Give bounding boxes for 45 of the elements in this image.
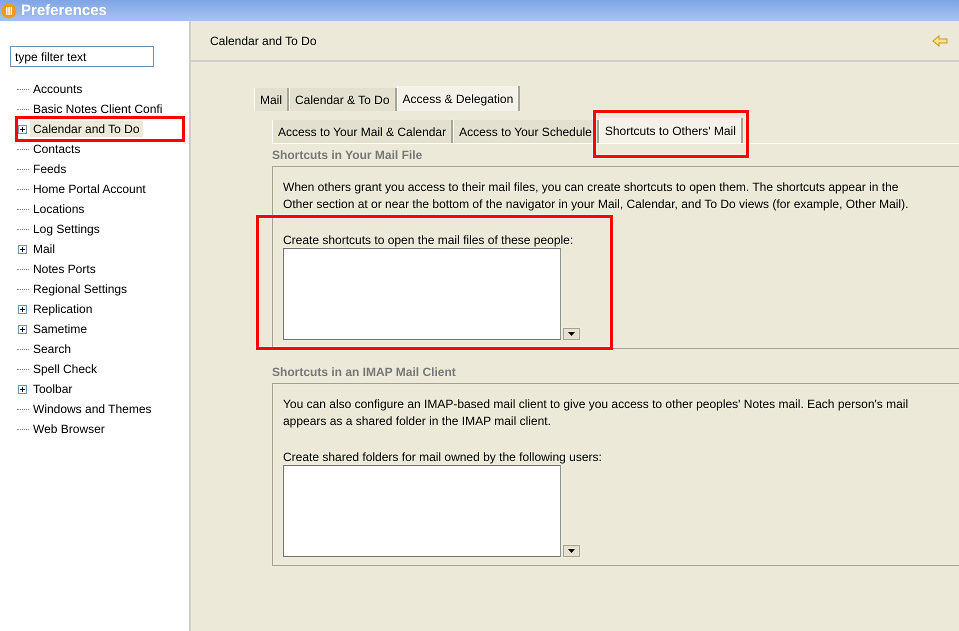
tree-item[interactable]: Toolbar [30, 381, 76, 397]
expand-icon[interactable] [18, 324, 27, 334]
description-text: When others grant you access to their mail files, you can create shortcuts to open them. The shortcuts appear in the Other section at or near the bottom of the navigator in your Mail, Calendar, and To Do views (for example, Other Mail). [283, 179, 910, 213]
tree-item[interactable]: Spell Check [30, 361, 100, 377]
tree-item[interactable]: Log Settings [30, 221, 103, 237]
description-text: You can also configure an IMAP-based mail client to give you access to other peoples' Notes mail. Each person's mail appears as a shared folder in the IMAP mail client. [283, 396, 910, 430]
tree-item[interactable]: Calendar and To Do [30, 121, 143, 137]
tree-item[interactable]: Feeds [30, 161, 70, 177]
tab[interactable]: Shortcuts to Others' Mail [598, 118, 743, 143]
names-list-field[interactable] [283, 465, 561, 557]
tree-item[interactable]: Replication [30, 301, 96, 317]
tree-item[interactable]: Basic Notes Client Confi [30, 101, 166, 117]
tree-item[interactable]: Notes Ports [30, 261, 99, 277]
tree-item[interactable]: Windows and Themes [30, 401, 154, 417]
window-title: Preferences [21, 2, 107, 19]
names-list-field[interactable] [283, 248, 561, 340]
tab[interactable]: Access to Your Mail & Calendar [272, 120, 454, 143]
tab[interactable]: Calendar & To Do [289, 88, 397, 111]
page-title: Calendar and To Do [210, 34, 317, 48]
field-label: Create shortcuts to open the mail files of these people: [283, 233, 574, 247]
tree-item[interactable]: Web Browser [30, 421, 108, 437]
tab[interactable]: Mail [254, 88, 290, 111]
tree-item[interactable]: Accounts [30, 81, 86, 97]
expand-icon[interactable] [18, 384, 27, 394]
tree-item[interactable]: Regional Settings [30, 281, 130, 297]
tree-item[interactable]: Sametime [30, 321, 90, 337]
tab[interactable]: Access to Your Schedule [453, 120, 599, 143]
group-title: Shortcuts in an IMAP Mail Client [272, 365, 457, 381]
field-label: Create shared folders for mail owned by the following users: [283, 450, 602, 464]
expand-icon[interactable] [18, 124, 27, 134]
dropdown-button[interactable] [563, 328, 580, 340]
caret-icon [568, 549, 575, 553]
tree-item[interactable]: Contacts [30, 141, 84, 157]
caret-icon [568, 332, 575, 336]
tree-item[interactable]: Home Portal Account [30, 181, 149, 197]
tree-item[interactable]: Locations [30, 201, 88, 217]
tree-item[interactable]: Search [30, 341, 74, 357]
app-icon [1, 2, 17, 18]
group-title: Shortcuts in Your Mail File [272, 148, 424, 164]
tab[interactable]: Access & Delegation [396, 86, 520, 111]
tree-item[interactable]: Mail [30, 241, 58, 257]
expand-icon[interactable] [18, 244, 27, 254]
expand-icon[interactable] [18, 304, 27, 314]
filter-field[interactable]: type filter text [10, 46, 154, 67]
dropdown-button[interactable] [563, 545, 580, 557]
